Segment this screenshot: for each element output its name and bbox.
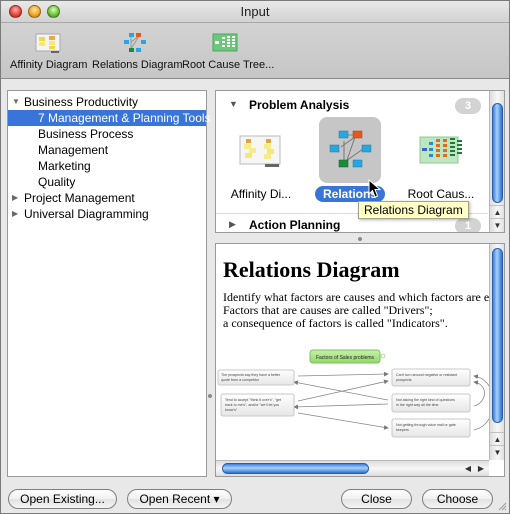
window-title: Input bbox=[240, 4, 270, 19]
preview-horizontal-scrollbar[interactable]: ◀ ▶ bbox=[216, 460, 489, 476]
title-toolbar: Input Affinity Diagram Relations Diagram… bbox=[1, 1, 509, 79]
scroll-down-arrow-icon[interactable]: ▼ bbox=[490, 218, 504, 231]
svg-text:Can't turn around negative or: Can't turn around negative or resistant bbox=[396, 373, 457, 377]
tree-item-universal-diagramming[interactable]: ▶ Universal Diagramming bbox=[8, 206, 206, 222]
tree-item-management[interactable]: Management bbox=[8, 142, 206, 158]
svg-text:Tend to accept "think it over': Tend to accept "think it over's", "get bbox=[225, 398, 281, 402]
affinity-diagram-icon bbox=[10, 31, 86, 55]
toolbar-root-cause-tree-label: Root Cause Tree... bbox=[182, 59, 275, 71]
template-label: Affinity Di... bbox=[230, 187, 292, 201]
scroll-up-arrow-icon[interactable]: ▲ bbox=[490, 205, 504, 218]
gallery-vertical-scrollbar[interactable]: ▲ ▼ bbox=[489, 91, 504, 232]
template-root-cause-tree[interactable]: Root Caus... bbox=[399, 117, 483, 202]
svg-text:know's": know's" bbox=[225, 408, 238, 412]
tree-item-business-process[interactable]: Business Process bbox=[8, 126, 206, 142]
open-recent-button[interactable]: Open Recent ▾ bbox=[127, 489, 232, 509]
relations-diagram-icon bbox=[92, 31, 178, 55]
section-name: Problem Analysis bbox=[249, 98, 350, 112]
diagram-root-label: Factors of Sales problems bbox=[316, 355, 375, 361]
tree-item-label: Marketing bbox=[38, 159, 91, 173]
root-cause-tree-thumbnail bbox=[410, 117, 472, 183]
scroll-down-arrow-icon[interactable]: ▼ bbox=[490, 445, 504, 458]
tree-item-label: Quality bbox=[38, 175, 76, 189]
disclosure-open-icon[interactable]: ▼ bbox=[12, 94, 20, 110]
tree-item-project-management[interactable]: ▶ Project Management bbox=[8, 190, 206, 206]
tooltip: Relations Diagram bbox=[358, 201, 469, 219]
template-preview: Relations Diagram Identify what factors … bbox=[215, 243, 505, 477]
connector bbox=[293, 380, 389, 401]
connector bbox=[473, 374, 490, 431]
connector bbox=[297, 412, 389, 430]
template-label: Root Caus... bbox=[407, 187, 475, 201]
horizontal-splitter-handle[interactable] bbox=[358, 237, 362, 241]
disclosure-open-icon[interactable]: ▼ bbox=[229, 99, 238, 109]
toolbar-affinity-diagram[interactable]: Affinity Diagram bbox=[10, 31, 88, 71]
tree-item-label: Project Management bbox=[24, 191, 135, 205]
svg-text:quote from a competitor: quote from a competitor bbox=[221, 378, 260, 382]
vertical-splitter-handle[interactable] bbox=[208, 394, 212, 398]
diagram-node: Not getting through voice mail or gate k… bbox=[391, 418, 471, 438]
template-affinity-diagram[interactable]: Affinity Di... bbox=[219, 117, 303, 202]
svg-text:keepers: keepers bbox=[396, 428, 409, 432]
toolbar-relations-diagram[interactable]: Relations Diagram bbox=[92, 31, 183, 71]
svg-text:back to me's", and/or "we'll l: back to me's", and/or "we'll let you bbox=[225, 403, 279, 407]
tree-item-label: 7 Management & Planning Tools bbox=[38, 111, 211, 125]
gallery-scroll-thumb[interactable] bbox=[492, 103, 503, 203]
tree-item-label: Business Productivity bbox=[24, 95, 139, 109]
diagram-node: Can't turn around negative or resistant … bbox=[391, 368, 471, 387]
scroll-up-arrow-icon[interactable]: ▲ bbox=[490, 432, 504, 445]
choose-button[interactable]: Choose bbox=[422, 489, 493, 509]
connector bbox=[293, 403, 389, 410]
scroll-right-arrow-icon[interactable]: ▶ bbox=[475, 461, 487, 476]
preview-description-line: a consequence of factors is called "Indi… bbox=[223, 316, 448, 330]
tree-item-label: Management bbox=[38, 143, 109, 157]
title-separator bbox=[1, 22, 509, 23]
tree-item-7-management-planning-tools[interactable]: 7 Management & Planning Tools bbox=[8, 110, 211, 126]
preview-vertical-scrollbar[interactable]: ▲ ▼ bbox=[489, 244, 504, 460]
open-existing-button[interactable]: Open Existing... bbox=[8, 489, 117, 509]
category-tree[interactable]: ▼ Business Productivity 7 Management & P… bbox=[7, 90, 211, 477]
connector bbox=[297, 371, 389, 377]
disclosure-closed-icon[interactable]: ▶ bbox=[229, 219, 236, 230]
section-header-problem-analysis[interactable]: ▼ Problem Analysis 3 bbox=[216, 94, 488, 116]
preview-title: Relations Diagram bbox=[223, 257, 400, 282]
tree-item-label: Business Process bbox=[38, 127, 134, 141]
disclosure-closed-icon[interactable]: ▶ bbox=[12, 190, 18, 206]
mouse-pointer-icon bbox=[368, 179, 382, 198]
disclosure-closed-icon[interactable]: ▶ bbox=[12, 206, 18, 222]
preview-diagram: Factors of Sales problems The prospects … bbox=[217, 349, 490, 438]
diagram-node: Not asking the right kind of questions i… bbox=[391, 393, 471, 413]
scroll-left-arrow-icon[interactable]: ◀ bbox=[462, 461, 474, 476]
diagram-node: Tend to accept "think it over's", "get b… bbox=[220, 393, 295, 417]
svg-text:prospects: prospects bbox=[396, 378, 412, 382]
svg-text:Not asking the right kind of q: Not asking the right kind of questions bbox=[396, 398, 455, 402]
input-dialog: Input Affinity Diagram Relations Diagram… bbox=[0, 0, 510, 514]
toolbar-root-cause-tree[interactable]: Root Cause Tree... bbox=[182, 31, 275, 71]
preview-vscroll-thumb[interactable] bbox=[492, 248, 503, 423]
tree-item-business-productivity[interactable]: ▼ Business Productivity bbox=[8, 94, 206, 110]
toolbar-relations-diagram-label: Relations Diagram bbox=[92, 59, 183, 71]
svg-text:The prospects say they have a: The prospects say they have a better bbox=[221, 373, 281, 377]
preview-hscroll-thumb[interactable] bbox=[222, 463, 369, 474]
relations-diagram-thumbnail bbox=[319, 117, 381, 183]
close-button[interactable]: Close bbox=[341, 489, 412, 509]
section-count-badge: 3 bbox=[455, 98, 481, 114]
svg-text:Not getting through voice mail: Not getting through voice mail or gate bbox=[396, 423, 456, 427]
resize-grip-icon[interactable] bbox=[497, 501, 507, 511]
connector bbox=[297, 379, 389, 402]
diagram-node: The prospects say they have a better quo… bbox=[217, 369, 295, 386]
node-handle-icon bbox=[380, 353, 386, 359]
tree-item-label: Universal Diagramming bbox=[24, 207, 149, 221]
affinity-diagram-thumbnail bbox=[230, 117, 292, 183]
svg-text:in the right way all the time: in the right way all the time bbox=[396, 403, 439, 407]
connector bbox=[473, 380, 485, 407]
preview-description: Identify what factors are causes and whi… bbox=[223, 291, 504, 330]
section-name: Action Planning bbox=[249, 218, 341, 232]
tree-item-quality[interactable]: Quality bbox=[8, 174, 206, 190]
section-count-badge: 1 bbox=[455, 218, 481, 232]
tree-item-marketing[interactable]: Marketing bbox=[8, 158, 206, 174]
toolbar-affinity-diagram-label: Affinity Diagram bbox=[10, 59, 88, 71]
root-cause-tree-icon bbox=[182, 31, 268, 55]
diagram-root-node: Factors of Sales problems bbox=[309, 349, 386, 364]
